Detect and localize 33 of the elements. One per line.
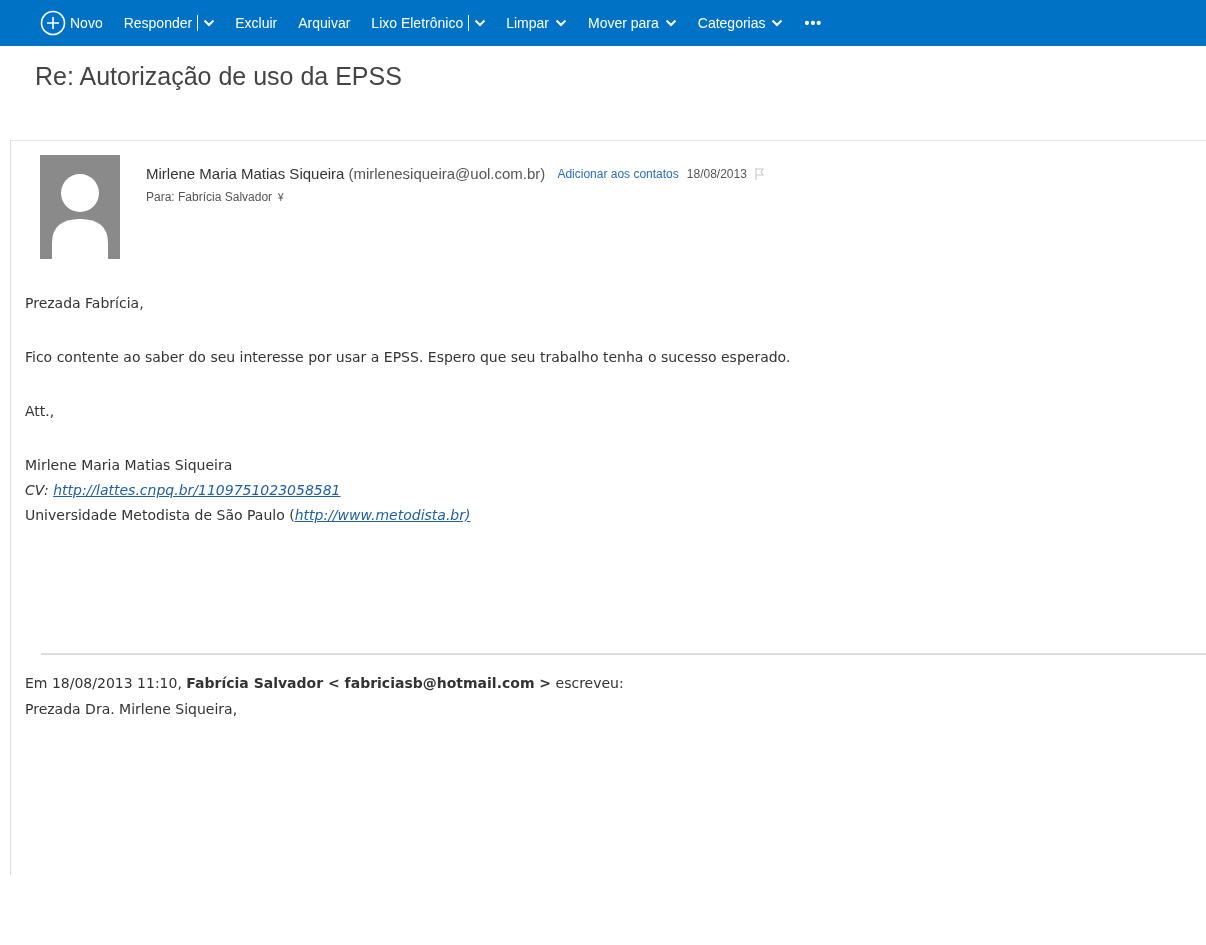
cv-link[interactable]: http://lattes.cnpq.br/1109751023058581	[53, 482, 341, 498]
expand-recipients-button[interactable]: ¥	[276, 191, 286, 203]
plus-circle-icon	[40, 10, 66, 36]
chevron-down-icon[interactable]	[474, 19, 487, 27]
chevron-down-icon[interactable]	[203, 19, 216, 27]
body-paragraph: Att.,	[25, 403, 56, 419]
toolbar-button[interactable]: Responder	[123, 15, 193, 31]
toolbar-button[interactable]: Arquivar	[298, 15, 351, 31]
recipient: Para: Fabrícia Salvador	[146, 190, 273, 204]
body-paragraph: Fico contente ao saber do seu interesse por usar a EPSS. Espero que seu trabalho tenha o sucesso esperado.	[25, 349, 792, 365]
chevron-down-icon	[771, 19, 784, 27]
university-name: Universidade Metodista de São Paulo (	[25, 507, 295, 523]
toolbar-dropdown[interactable]: Mover para	[587, 15, 677, 31]
more-button[interactable]: •••	[804, 15, 823, 31]
body-paragraph: Prezada Fabrícia,	[25, 295, 145, 311]
toolbar-button[interactable]: Excluir	[235, 15, 278, 31]
sender-email: (mirlenesiqueira@uol.com.br)	[348, 165, 546, 182]
website-link[interactable]: http://www.metodista.br)	[294, 507, 471, 523]
cv-label: CV:	[25, 482, 50, 498]
add-to-contacts-link[interactable]: Adicionar aos contatos	[557, 166, 679, 181]
message-date: 18/08/2013	[686, 166, 747, 181]
toolbar-dropdown[interactable]: Categorias	[697, 15, 784, 31]
signature-name: Mirlene Maria Matias Siqueira	[25, 457, 234, 473]
quote-header: Em 18/08/2013 11:10, Fabrícia Salvador < fabriciasb@hotmail.com > escreveu:	[25, 675, 625, 691]
avatar-silhouette-icon	[40, 155, 120, 259]
chevron-down-icon	[554, 19, 567, 27]
toolbar-dropdown[interactable]: Limpar	[506, 15, 567, 31]
message-subject: Re: Autorização de uso da EPSS	[34, 61, 403, 92]
chevron-down-icon	[664, 19, 677, 27]
sender-name: Mirlene Maria Matias Siqueira	[146, 165, 345, 182]
quoted-greeting: Prezada Dra. Mirlene Siqueira,	[25, 701, 239, 717]
new-button[interactable]: Novo	[40, 10, 103, 36]
toolbar-button[interactable]: Lixo Eletrônico	[371, 15, 464, 31]
